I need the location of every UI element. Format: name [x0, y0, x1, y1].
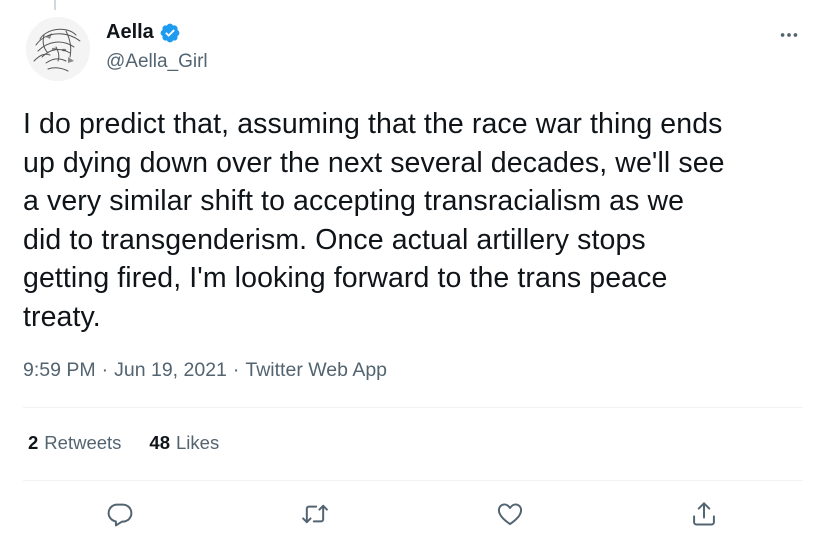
more-horizontal-icon — [780, 33, 798, 37]
divider — [23, 407, 803, 408]
thread-connector-line — [54, 0, 56, 10]
tweet-metadata: 9:59 PM · Jun 19, 2021 · Twitter Web App — [23, 359, 387, 382]
retweets-count: 2 — [28, 432, 39, 453]
author-display-name[interactable]: Aella — [106, 21, 154, 44]
retweets-stat-link[interactable]: 2 Retweets — [28, 432, 121, 454]
share-icon — [693, 502, 715, 526]
reply-icon — [107, 503, 133, 527]
likes-count: 48 — [149, 432, 170, 453]
share-button[interactable] — [684, 494, 724, 534]
sketch-portrait-avatar-icon — [26, 17, 90, 81]
author-name-row[interactable]: Aella — [106, 21, 181, 44]
verified-badge-icon — [160, 23, 180, 42]
tweet-text: I do predict that, assuming that the rac… — [23, 108, 725, 333]
tweet-date-link[interactable]: Jun 19, 2021 — [114, 359, 227, 382]
divider — [23, 480, 803, 481]
meta-separator: · — [232, 359, 240, 381]
retweet-button[interactable] — [295, 494, 335, 534]
author-handle[interactable]: @Aella_Girl — [106, 51, 208, 73]
tweet-action-bar — [0, 494, 816, 534]
engagement-stats: 2 Retweets 48 Likes — [28, 432, 219, 454]
meta-separator: · — [101, 359, 109, 381]
tweet-source-link[interactable]: Twitter Web App — [245, 359, 387, 382]
tweet-detail: Aella @Aella_Girl I do predict that, ass… — [0, 0, 816, 542]
retweet-icon — [302, 504, 328, 524]
reply-button[interactable] — [100, 494, 140, 534]
tweet-time-link[interactable]: 9:59 PM — [23, 359, 96, 382]
more-options-button[interactable] — [772, 20, 806, 50]
likes-label: Likes — [176, 432, 220, 453]
retweets-label: Retweets — [44, 432, 122, 453]
heart-icon — [497, 503, 523, 526]
like-button[interactable] — [490, 494, 530, 534]
avatar[interactable] — [26, 17, 90, 81]
likes-stat-link[interactable]: 48 Likes — [149, 432, 219, 454]
